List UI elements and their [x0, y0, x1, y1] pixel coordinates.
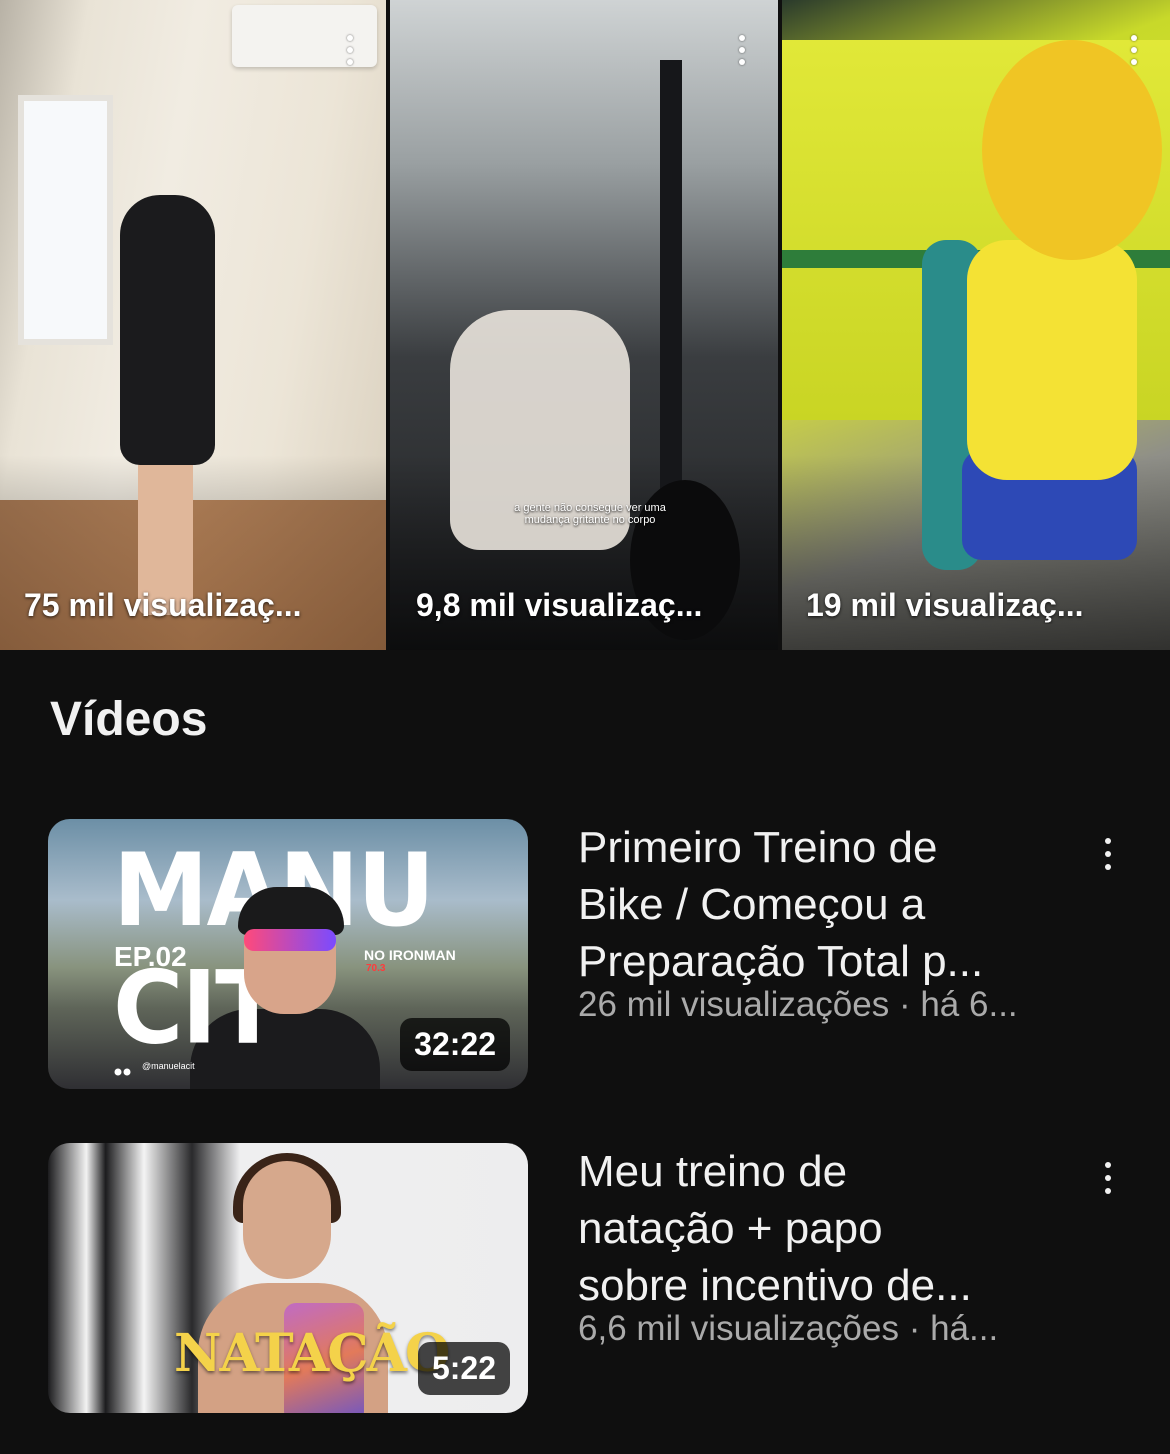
- video-title[interactable]: Meu treino de natação + papo sobre incen…: [578, 1143, 1038, 1314]
- duration-badge: 5:22: [417, 1342, 510, 1395]
- more-vert-icon[interactable]: [1088, 1153, 1128, 1203]
- short-card[interactable]: a gente não consegue ver uma mudança gri…: [390, 0, 778, 650]
- more-vert-icon[interactable]: [340, 30, 360, 70]
- short-thumbnail-floor: [0, 500, 386, 650]
- social-icons: [114, 1063, 138, 1076]
- video-title-line: Bike / Começou a: [578, 880, 926, 929]
- video-title-line: natação + papo: [578, 1204, 883, 1253]
- video-title-line: sobre incentivo de...: [578, 1261, 972, 1310]
- video-metadata: 26 mil visualizações · há 6...: [578, 985, 1018, 1024]
- duration-badge: 32:22: [400, 1018, 510, 1071]
- thumbnail-handle: @manuelacit: [142, 1061, 195, 1071]
- thumbnail-ironman-sub: 70.3: [366, 963, 386, 974]
- short-view-count: 75 mil visualizaç...: [24, 587, 302, 623]
- short-thumbnail-person: [120, 195, 215, 465]
- video-list-item[interactable]: NATAÇÃO 5:22 Meu treino de natação + pap…: [48, 1143, 1128, 1413]
- video-title-line: Meu treino de: [578, 1147, 848, 1196]
- thumbnail-title-text: NATAÇÃO: [174, 1323, 450, 1384]
- thumbnail-episode-text: EP.02: [114, 941, 187, 972]
- video-thumbnail[interactable]: MANU CIT EP.02 NO IRONMAN 70.3 @manuelac…: [48, 819, 528, 1089]
- short-caption: a gente não consegue ver uma mudança gri…: [514, 502, 666, 526]
- video-metadata: 6,6 mil visualizações · há...: [578, 1309, 999, 1348]
- video-title-line: Preparação Total p...: [578, 937, 984, 986]
- shorts-shelf: 75 mil visualizaç... a gente não consegu…: [0, 0, 1170, 650]
- video-list-item[interactable]: MANU CIT EP.02 NO IRONMAN 70.3 @manuelac…: [48, 819, 1128, 1089]
- thumbnail-glasses: [244, 929, 336, 951]
- section-title: Vídeos: [50, 693, 208, 746]
- short-view-count: 9,8 mil visualizaç...: [416, 587, 703, 623]
- short-card[interactable]: 75 mil visualizaç...: [0, 0, 386, 650]
- more-vert-icon[interactable]: [1124, 30, 1144, 70]
- video-title[interactable]: Primeiro Treino de Bike / Começou a Prep…: [578, 819, 1038, 990]
- video-thumbnail[interactable]: NATAÇÃO 5:22: [48, 1143, 528, 1413]
- more-vert-icon[interactable]: [732, 30, 752, 70]
- thumbnail-ironman-text: NO IRONMAN: [364, 947, 456, 963]
- short-view-count: 19 mil visualizaç...: [806, 587, 1084, 623]
- short-thumbnail-mascot-head: [982, 40, 1162, 260]
- thumbnail-face: [243, 1161, 331, 1279]
- short-thumbnail-window: [18, 95, 113, 345]
- thumbnail-helmet: [238, 887, 344, 935]
- short-thumbnail-mascot-body: [967, 240, 1137, 480]
- video-title-line: Primeiro Treino de: [578, 823, 938, 872]
- short-card[interactable]: 19 mil visualizaç...: [782, 0, 1170, 650]
- more-vert-icon[interactable]: [1088, 829, 1128, 879]
